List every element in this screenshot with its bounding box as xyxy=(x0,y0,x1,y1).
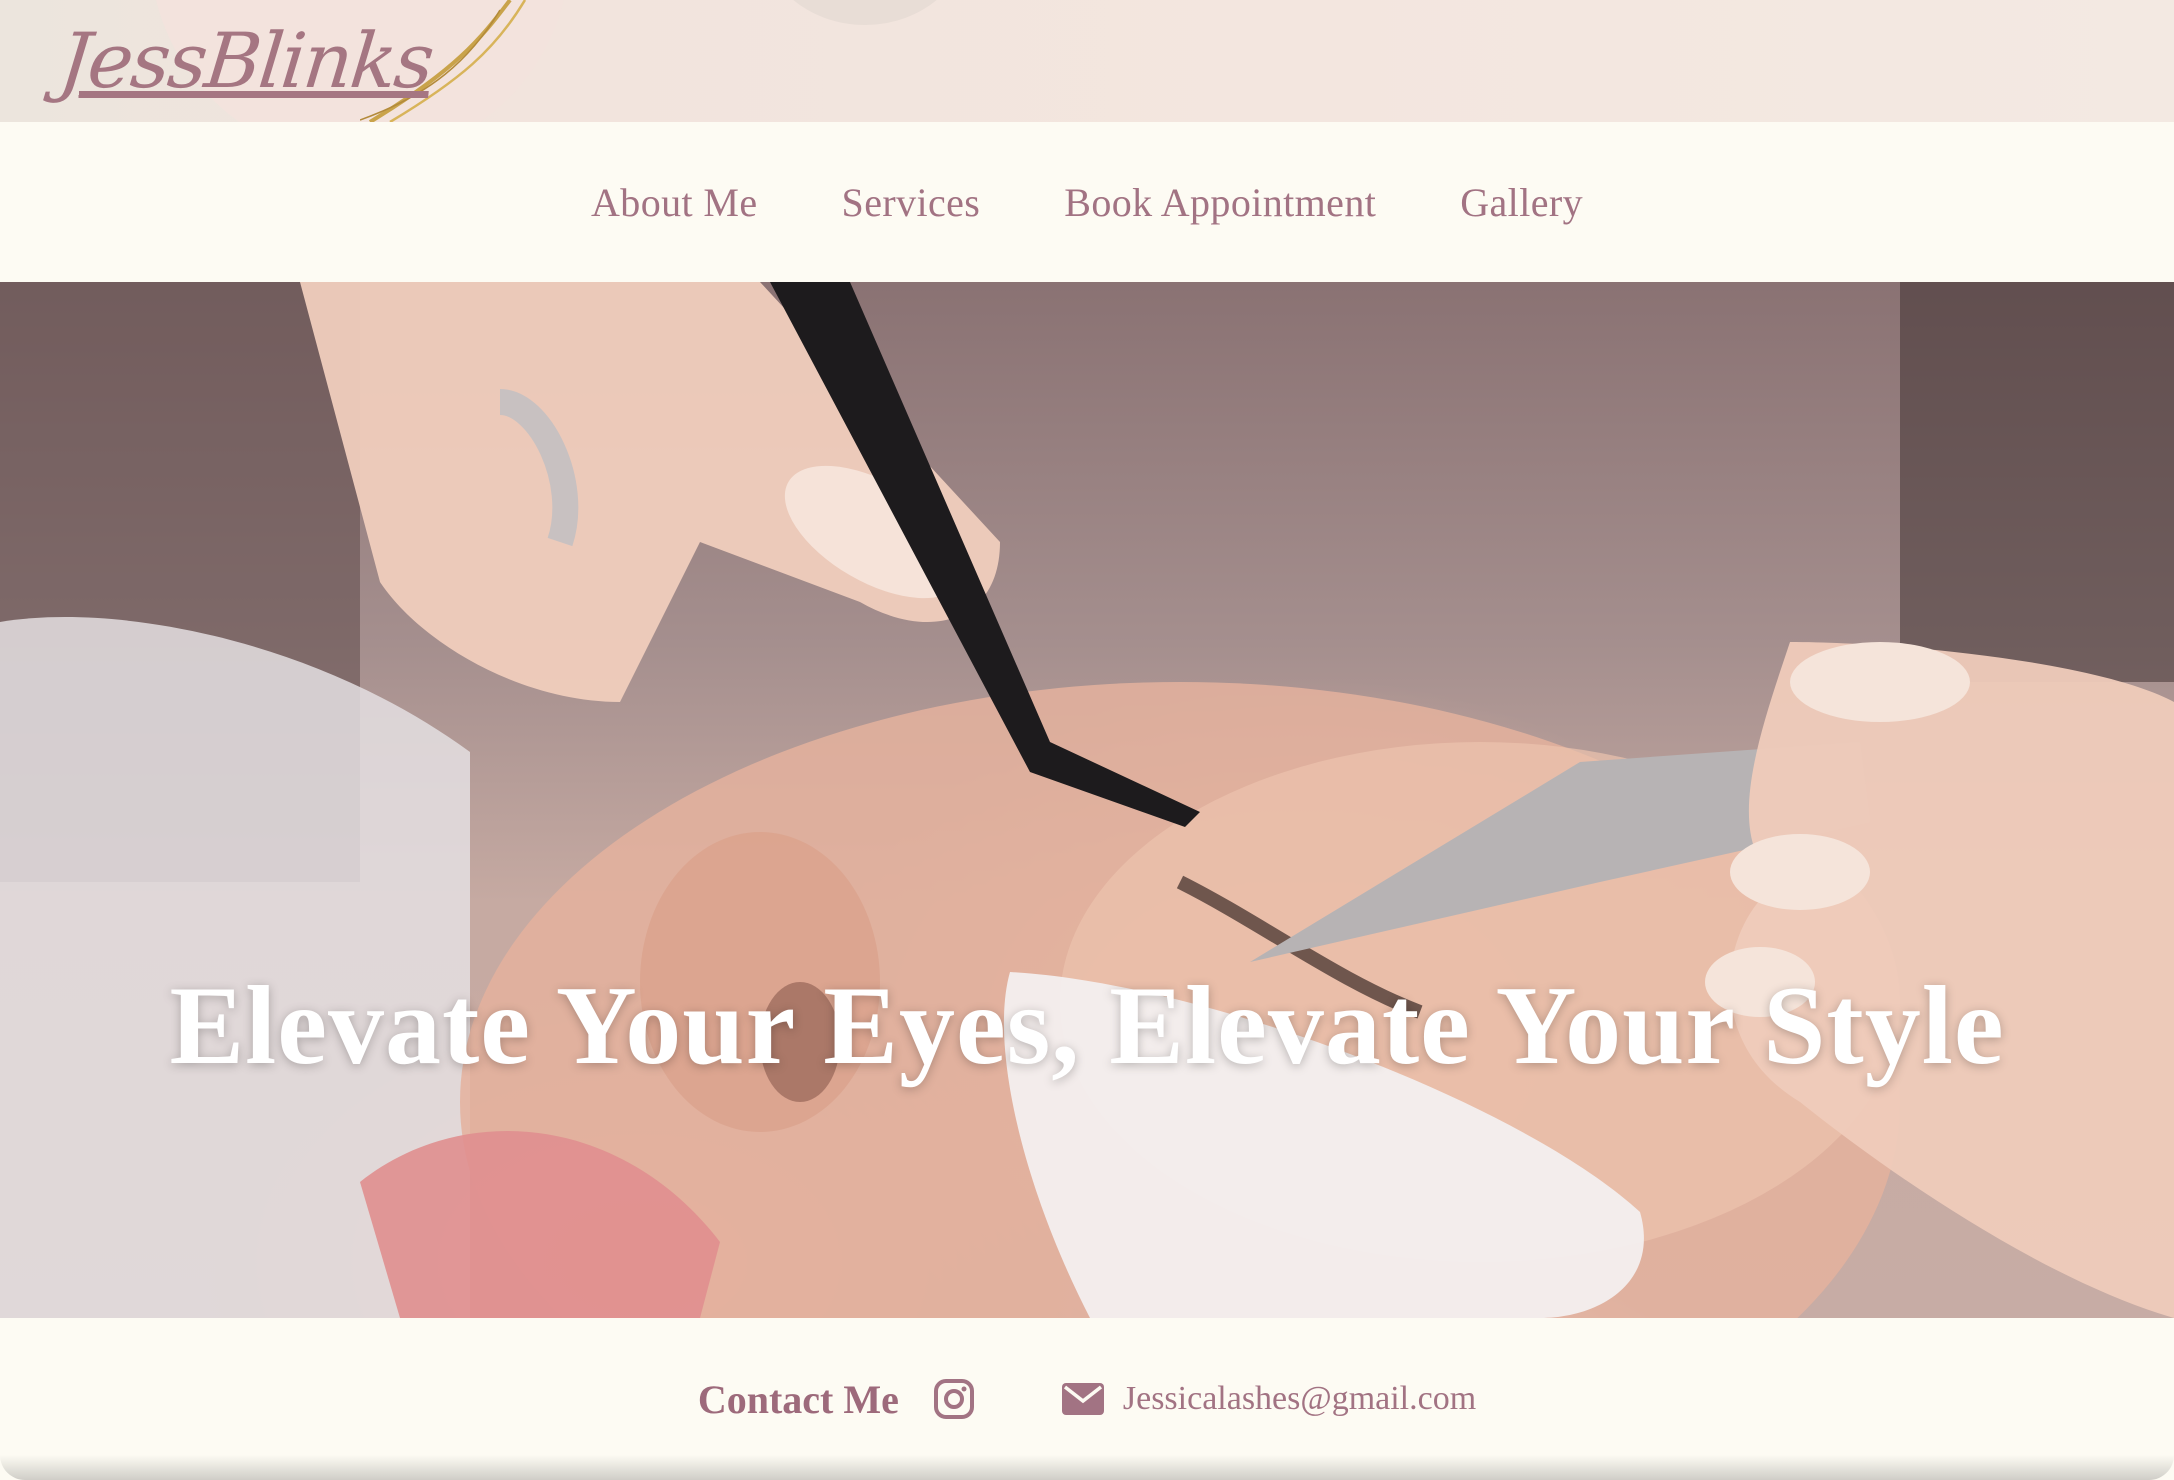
nav-link-services[interactable]: Services xyxy=(842,180,981,225)
logo[interactable]: JessBlinks xyxy=(54,0,439,122)
contact-label: Contact Me xyxy=(697,1376,899,1422)
contact-row: Contact Me Jessicalashes@gmail.com xyxy=(698,1376,1476,1423)
nav-list: About Me Services Book Appointment Galle… xyxy=(591,179,1583,226)
hero-section: Elevate Your Eyes, Elevate Your Style xyxy=(0,282,2174,1318)
nav-item-book: Book Appointment xyxy=(1064,179,1376,226)
email-link[interactable]: Jessicalashes@gmail.com xyxy=(1123,1380,1476,1418)
nav-link-book-appointment[interactable]: Book Appointment xyxy=(1064,180,1376,225)
instagram-icon[interactable] xyxy=(933,1378,975,1420)
hero-headline: Elevate Your Eyes, Elevate Your Style xyxy=(169,964,2005,1088)
banner-circle-decoration xyxy=(760,0,970,25)
brand-banner: JessBlinks xyxy=(0,0,2174,122)
page: JessBlinks About Me Services Book Appoin… xyxy=(0,0,2174,1480)
hero-image xyxy=(0,282,2174,1318)
window-bottom-shadow xyxy=(0,1455,2174,1480)
mail-icon xyxy=(1061,1381,1105,1417)
nav-item-about: About Me xyxy=(591,179,758,226)
main-nav: About Me Services Book Appointment Galle… xyxy=(0,122,2174,282)
nav-link-about-me[interactable]: About Me xyxy=(591,180,758,225)
nav-item-services: Services xyxy=(842,179,981,226)
nav-item-gallery: Gallery xyxy=(1460,179,1583,226)
nav-link-gallery[interactable]: Gallery xyxy=(1460,180,1583,225)
